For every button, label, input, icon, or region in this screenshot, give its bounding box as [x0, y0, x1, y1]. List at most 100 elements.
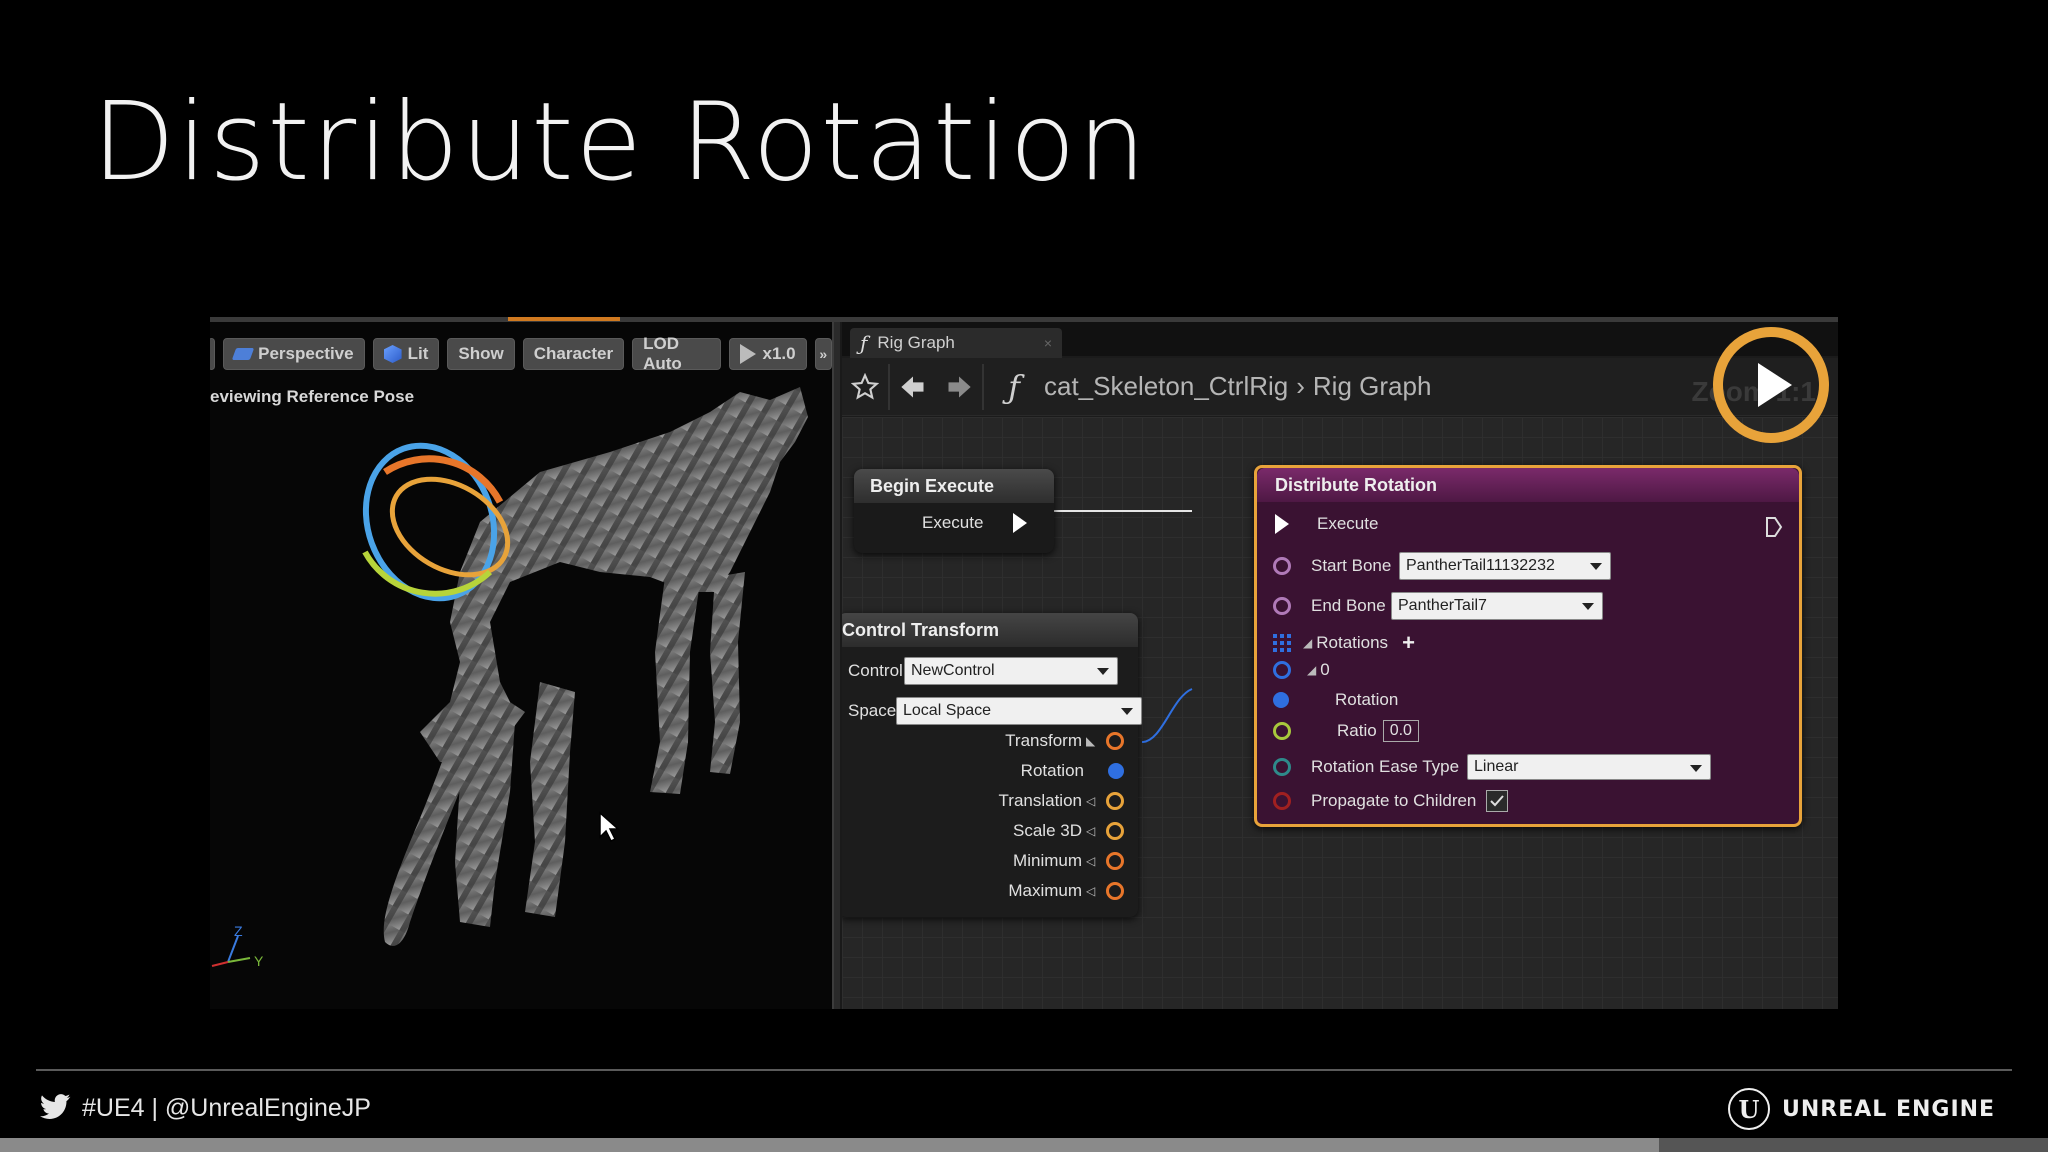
twitter-bird-icon [40, 1094, 71, 1119]
propagate-label: Propagate to Children [1311, 791, 1477, 810]
function-icon: ƒ [860, 331, 868, 355]
rig-graph-panel[interactable]: ƒ Rig Graph × ƒ cat_Skeleton_CtrlRig › R… [842, 322, 1838, 1009]
back-arrow-icon[interactable] [890, 358, 936, 416]
distribute-rotation-node[interactable]: Distribute Rotation Execute Start Bone P… [1254, 465, 1802, 827]
ease-type-label: Rotation Ease Type [1311, 757, 1460, 776]
output-scale-label: Scale 3D [1013, 821, 1082, 840]
begin-execute-node[interactable]: Begin Execute Execute [854, 469, 1054, 553]
propagate-checkbox[interactable] [1486, 790, 1509, 812]
node-title: Control Transform [842, 613, 1138, 647]
transform-out-pin[interactable] [1106, 732, 1124, 750]
progress-fill [0, 1138, 1659, 1152]
start-bone-label: Start Bone [1311, 556, 1392, 575]
array-pin-icon[interactable] [1273, 634, 1291, 652]
panel-splitter[interactable] [832, 322, 842, 1009]
unreal-engine-logo-icon: U [1728, 1088, 1770, 1130]
viewport-menu-button[interactable] [210, 338, 216, 370]
exec-out-pin[interactable] [1765, 516, 1783, 538]
axis-gizmo-icon: Z Y [211, 923, 264, 969]
control-label: Control [848, 661, 903, 680]
rotation-out-pin[interactable] [1108, 763, 1124, 779]
execute-label: Execute [922, 513, 984, 532]
play-icon [740, 344, 757, 364]
favorite-star-icon[interactable] [842, 358, 888, 416]
output-transform-label: Transform [1005, 731, 1082, 750]
control-transform-node[interactable]: Control Transform Control NewControl Spa… [842, 613, 1142, 917]
ease-type-pin[interactable] [1273, 758, 1291, 776]
propagate-pin[interactable] [1273, 792, 1291, 810]
video-frame[interactable]: Perspective Lit Show Character LOD Auto … [210, 317, 1838, 1009]
perspective-icon [231, 348, 255, 360]
axis-z-label: Z [234, 923, 243, 939]
chevron-down-icon [1582, 603, 1594, 610]
end-bone-dropdown[interactable]: PantherTail7 [1391, 592, 1603, 620]
3d-viewport[interactable]: Perspective Lit Show Character LOD Auto … [210, 322, 832, 1009]
expand-arrow-icon[interactable]: ◢ [1307, 663, 1316, 677]
minimum-out-pin[interactable] [1106, 852, 1124, 870]
element-pin[interactable] [1273, 661, 1291, 679]
output-translation-label: Translation [998, 791, 1082, 810]
cat-model [362, 387, 808, 946]
maximum-out-pin[interactable] [1106, 882, 1124, 900]
footer-divider [36, 1069, 2012, 1071]
space-dropdown[interactable]: Local Space [896, 697, 1142, 725]
end-bone-pin[interactable] [1273, 597, 1291, 615]
breadcrumb-graph[interactable]: Rig Graph [1313, 371, 1432, 402]
output-rotation-label: Rotation [1020, 761, 1084, 780]
scale-out-pin[interactable] [1106, 822, 1124, 840]
tab-rig-graph[interactable]: ƒ Rig Graph × [850, 328, 1062, 358]
control-dropdown[interactable]: NewControl [904, 657, 1118, 685]
perspective-button[interactable]: Perspective [223, 338, 365, 370]
rotation-label: Rotation [1335, 690, 1399, 709]
brand-name: UNREAL ENGINE [1782, 1096, 1996, 1122]
breadcrumb-rig[interactable]: cat_Skeleton_CtrlRig [1044, 371, 1288, 402]
breadcrumb-separator: › [1296, 371, 1305, 401]
expand-arrow-icon[interactable]: ◢ [1303, 636, 1312, 650]
exec-in-pin[interactable] [1275, 514, 1289, 534]
execute-label: Execute [1317, 514, 1379, 533]
chevron-down-icon [1690, 765, 1702, 772]
mouse-cursor-icon [599, 811, 620, 843]
character-button[interactable]: Character [522, 338, 625, 370]
footer-social: #UE4 | @UnrealEngineJP [36, 1093, 371, 1123]
chevron-down-icon [1121, 708, 1133, 715]
video-progress-bar[interactable] [0, 1138, 2048, 1152]
ratio-input[interactable]: 0.0 [1382, 720, 1419, 742]
lit-button[interactable]: Lit [372, 338, 440, 370]
graph-canvas[interactable]: Begin Execute Execute Control Transform … [842, 417, 1838, 1009]
space-label: Space [848, 701, 897, 720]
node-title: Distribute Rotation [1257, 468, 1799, 502]
end-bone-label: End Bone [1311, 596, 1386, 615]
output-minimum-label: Minimum [1013, 851, 1082, 870]
lod-button[interactable]: LOD Auto [632, 334, 722, 373]
footer-brand: U UNREAL ENGINE [1728, 1088, 1995, 1130]
playback-speed-button[interactable]: x1.0 [729, 338, 807, 370]
chevron-down-icon [1097, 668, 1109, 675]
graph-tab-bar: ƒ Rig Graph × [842, 322, 1838, 358]
active-tab-indicator [508, 317, 620, 321]
ratio-pin[interactable] [1273, 722, 1291, 740]
show-button[interactable]: Show [447, 338, 515, 370]
close-tab-icon[interactable]: × [1044, 335, 1052, 351]
viewport-toolbar: Perspective Lit Show Character LOD Auto … [210, 334, 832, 373]
rotations-label: Rotations [1316, 633, 1389, 652]
translation-out-pin[interactable] [1106, 792, 1124, 810]
hashtag-text: #UE4 | @UnrealEngineJP [82, 1093, 371, 1122]
forward-arrow-icon[interactable] [936, 358, 982, 416]
add-element-button[interactable]: + [1402, 630, 1415, 656]
play-icon [1758, 363, 1792, 407]
slide-title: Distribute Rotation [92, 80, 1148, 205]
start-bone-dropdown[interactable]: PantherTail11132232 [1399, 552, 1611, 580]
exec-out-pin[interactable] [1013, 513, 1028, 533]
ease-type-dropdown[interactable]: Linear [1467, 754, 1711, 780]
function-icon: ƒ [1008, 367, 1020, 406]
graph-nav-bar: ƒ cat_Skeleton_CtrlRig › Rig Graph [842, 358, 1838, 416]
output-maximum-label: Maximum [1008, 881, 1082, 900]
element-index-label: 0 [1320, 660, 1330, 679]
more-options-button[interactable]: » [814, 338, 832, 370]
chevron-down-icon [1590, 563, 1602, 570]
video-play-button[interactable] [1713, 327, 1829, 443]
node-title: Begin Execute [854, 469, 1054, 503]
start-bone-pin[interactable] [1273, 557, 1291, 575]
rotation-in-pin[interactable] [1273, 692, 1289, 708]
